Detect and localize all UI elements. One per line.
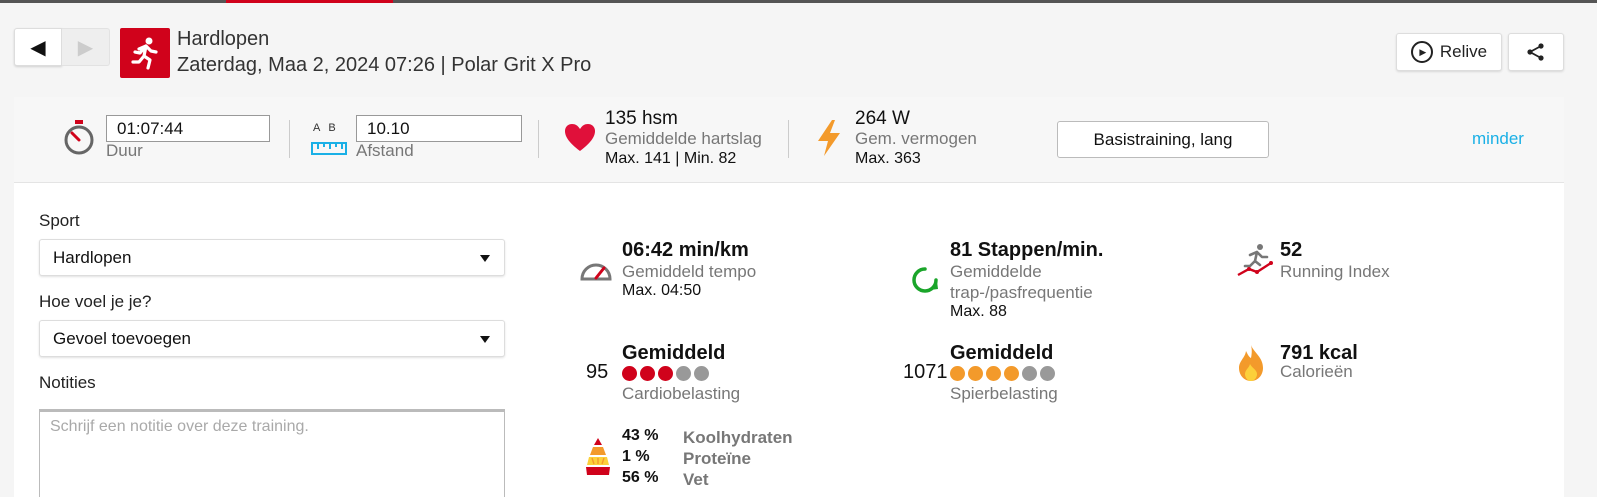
energy-sources-icon bbox=[586, 438, 610, 475]
heart-rate-range: Max. 141 | Min. 82 bbox=[605, 150, 737, 167]
top-progress-bar bbox=[0, 0, 1597, 3]
training-navigation: ◀ ▶ bbox=[14, 28, 110, 66]
notes-textarea[interactable] bbox=[39, 409, 505, 497]
load-dot-filled bbox=[640, 366, 655, 381]
running-index-label: Running Index bbox=[1280, 262, 1390, 281]
play-icon: ▶ bbox=[1410, 41, 1433, 63]
cardio-load-number: 95 bbox=[586, 361, 609, 383]
divider bbox=[538, 120, 539, 158]
avg-cadence-label-2: trap-/pasfrequentie bbox=[950, 283, 1093, 302]
load-dot-filled bbox=[950, 366, 965, 381]
avg-heart-rate-label: Gemiddelde hartslag bbox=[605, 129, 762, 148]
sport-label: Sport bbox=[39, 211, 80, 230]
load-dot-filled bbox=[986, 366, 1001, 381]
carbs-label: Koolhydraten bbox=[683, 428, 793, 447]
divider bbox=[289, 120, 290, 158]
training-benefit-button[interactable]: Basistraining, lang bbox=[1057, 121, 1269, 158]
muscle-load-dots bbox=[950, 366, 1055, 381]
notes-label: Notities bbox=[39, 373, 96, 392]
fat-percentage: 56 % bbox=[622, 469, 659, 486]
stopwatch-icon bbox=[64, 120, 94, 155]
duration-label: Duur bbox=[106, 141, 143, 160]
load-dot-filled bbox=[658, 366, 673, 381]
load-dot-empty bbox=[676, 366, 691, 381]
load-dot-filled bbox=[1004, 366, 1019, 381]
muscle-load-level: Gemiddeld bbox=[950, 342, 1054, 364]
cadence-icon bbox=[912, 267, 938, 293]
heart-icon bbox=[565, 124, 595, 151]
distance-label: Afstand bbox=[356, 141, 414, 160]
running-sport-icon bbox=[120, 28, 170, 78]
muscle-load-label: Spierbelasting bbox=[950, 384, 1058, 403]
show-less-link[interactable]: minder bbox=[1472, 129, 1524, 149]
load-dot-filled bbox=[622, 366, 637, 381]
load-dot-empty bbox=[1040, 366, 1055, 381]
share-button[interactable] bbox=[1508, 33, 1564, 71]
training-datetime-device: Zaterdag, Maa 2, 2024 07:26 | Polar Grit… bbox=[177, 54, 592, 76]
muscle-load-number: 1071 bbox=[903, 361, 948, 383]
calories-label: Calorieën bbox=[1280, 362, 1353, 381]
lightning-icon bbox=[818, 120, 840, 156]
ruler-icon bbox=[311, 142, 347, 155]
carbs-percentage: 43 % bbox=[622, 427, 659, 444]
top-progress-accent bbox=[226, 0, 393, 3]
distance-ab-label: AB bbox=[313, 122, 344, 134]
avg-pace-value: 06:42 min/km bbox=[622, 239, 749, 261]
feeling-select-value: Gevoel toevoegen bbox=[53, 329, 191, 348]
max-pace: Max. 04:50 bbox=[622, 282, 702, 299]
running-index-value: 52 bbox=[1280, 239, 1303, 261]
next-training-button[interactable]: ▶ bbox=[62, 28, 110, 66]
fat-label: Vet bbox=[683, 470, 709, 489]
sport-select[interactable]: Hardlopen bbox=[39, 239, 505, 276]
cardio-load-level: Gemiddeld bbox=[622, 342, 726, 364]
distance-input[interactable] bbox=[356, 115, 522, 142]
cardio-load-label: Cardiobelasting bbox=[622, 384, 741, 403]
chevron-down-icon bbox=[480, 336, 490, 343]
training-title: Hardlopen bbox=[177, 28, 270, 50]
avg-power-value: 264 W bbox=[855, 108, 910, 129]
avg-cadence-value: 81 Stappen/min. bbox=[950, 239, 1104, 261]
avg-power-label: Gem. vermogen bbox=[855, 129, 977, 148]
divider bbox=[788, 120, 789, 158]
avg-cadence-label-1: Gemiddelde bbox=[950, 262, 1042, 281]
avg-pace-label: Gemiddeld tempo bbox=[622, 262, 757, 281]
sport-select-value: Hardlopen bbox=[53, 248, 132, 267]
load-dot-empty bbox=[1022, 366, 1037, 381]
max-power: Max. 363 bbox=[855, 150, 921, 167]
chevron-down-icon bbox=[480, 255, 490, 262]
protein-label: Proteïne bbox=[683, 449, 752, 468]
load-dot-filled bbox=[968, 366, 983, 381]
feeling-label: Hoe voel je je? bbox=[39, 292, 152, 311]
load-dot-empty bbox=[694, 366, 709, 381]
share-icon bbox=[1527, 43, 1544, 61]
protein-percentage: 1 % bbox=[622, 448, 650, 465]
previous-training-button[interactable]: ◀ bbox=[14, 28, 62, 66]
duration-input[interactable] bbox=[106, 115, 270, 142]
avg-heart-rate-value: 135 hsm bbox=[605, 108, 678, 129]
max-cadence: Max. 88 bbox=[950, 303, 1007, 320]
relive-button[interactable]: ▶ Relive bbox=[1396, 33, 1502, 71]
feeling-select[interactable]: Gevoel toevoegen bbox=[39, 320, 505, 357]
speedometer-icon bbox=[580, 263, 612, 281]
flame-icon bbox=[1239, 345, 1263, 381]
running-index-icon bbox=[1237, 244, 1273, 277]
cardio-load-dots bbox=[622, 366, 709, 381]
relive-label: Relive bbox=[1439, 42, 1488, 61]
